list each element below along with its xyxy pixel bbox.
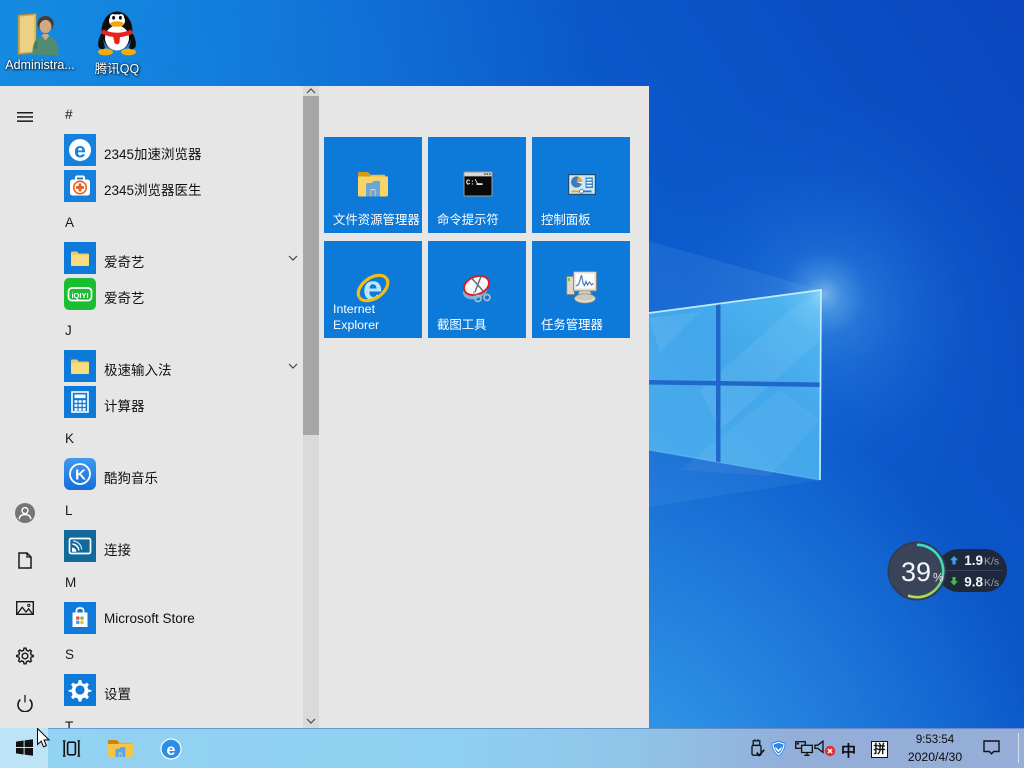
svg-text:%: % xyxy=(933,571,944,585)
svg-text:9.8: 9.8 xyxy=(964,574,983,589)
svg-text:K/s: K/s xyxy=(984,556,999,568)
svg-text:39: 39 xyxy=(901,557,931,587)
svg-text:K: K xyxy=(75,467,86,484)
svg-text:1.9: 1.9 xyxy=(964,553,983,568)
svg-text:K/s: K/s xyxy=(984,577,999,589)
svg-text:e: e xyxy=(167,742,176,759)
svg-text:e: e xyxy=(74,140,86,163)
svg-text:iQIYI: iQIYI xyxy=(71,291,88,300)
